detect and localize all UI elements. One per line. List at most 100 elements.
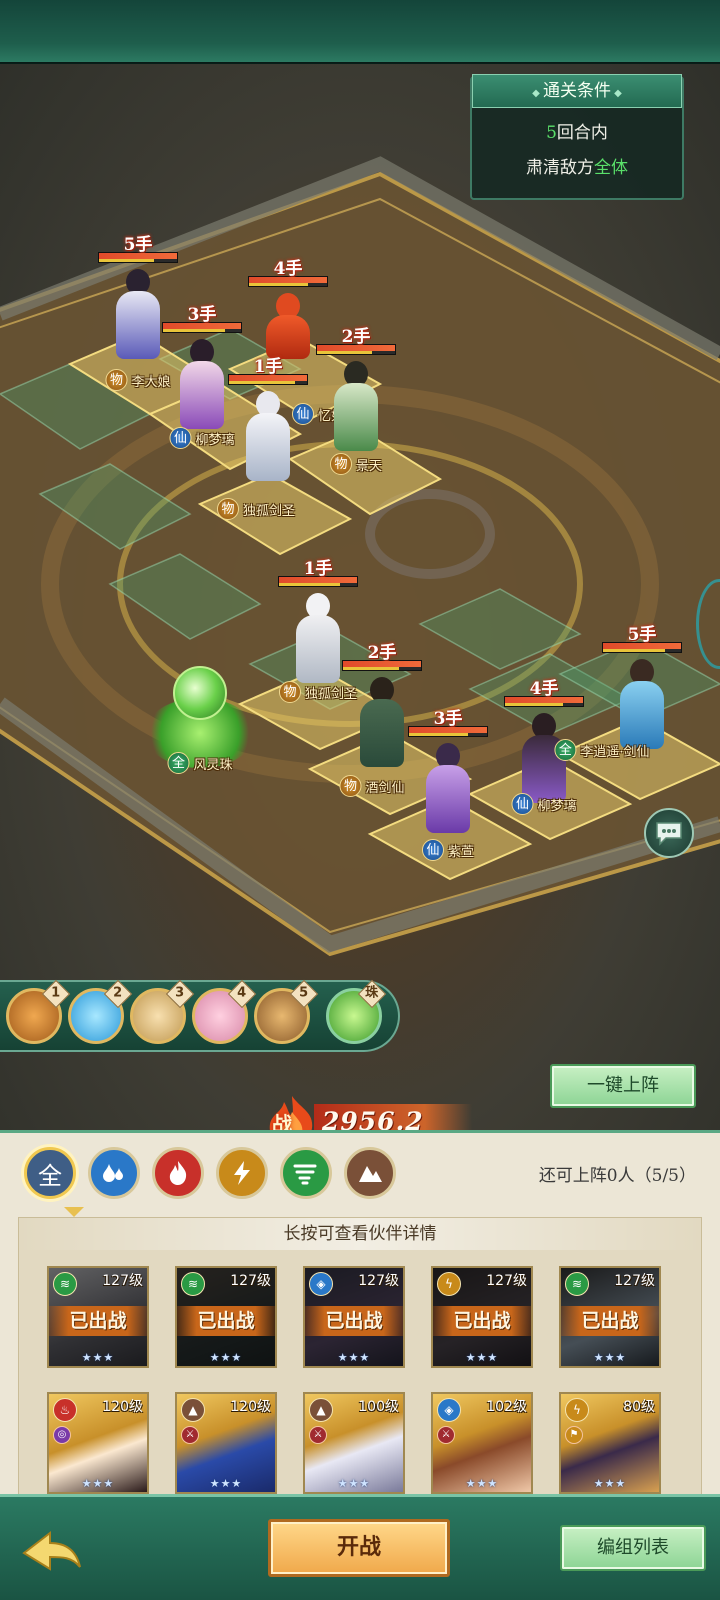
- unit-name: 紫萱: [447, 844, 475, 860]
- element-badge: ϟ: [565, 1398, 589, 1422]
- star-rating: ★★★: [465, 1351, 499, 1364]
- partner-card[interactable]: ▲ ⚔ 100级 ★★★: [303, 1392, 405, 1494]
- partner-card[interactable]: ≋ 127级 已出战 ★★★: [47, 1266, 149, 1368]
- chat-bubble-icon: [656, 822, 682, 846]
- back-button[interactable]: [20, 1527, 84, 1577]
- filter-water-button[interactable]: [88, 1147, 140, 1199]
- element-badge: ◈: [437, 1398, 461, 1422]
- partner-panel: 全 还可上阵0人（5/5） 长按可查看伙伴详情 ≋ 127级 已出战 ★★★ ≋…: [0, 1130, 720, 1495]
- type-badge: 仙: [511, 793, 534, 815]
- filter-thunder-button[interactable]: [216, 1147, 268, 1199]
- star-rating: ★★★: [465, 1477, 499, 1490]
- star-rating: ★★★: [209, 1351, 243, 1364]
- combat-power: 战 2956.2万: [262, 1094, 472, 1130]
- bottom-bar: 开战 编组列表: [0, 1494, 720, 1600]
- partner-card[interactable]: ϟ ⚑ 80级 ★★★: [559, 1392, 661, 1494]
- deployed-label: 已出战: [305, 1306, 403, 1336]
- clear-condition-rounds: 5回合内: [472, 118, 682, 143]
- partner-card[interactable]: ≋ 127级 已出战 ★★★: [559, 1266, 661, 1368]
- clear-condition-goal: 肃清敌方全体: [472, 153, 682, 178]
- rounds-text: 回合内: [556, 123, 608, 143]
- element-badge: ≋: [565, 1272, 589, 1296]
- partner-card[interactable]: ▲ ⚔ 120级 ★★★: [175, 1392, 277, 1494]
- unit-name: 景天: [355, 458, 383, 474]
- hp-bar: [316, 344, 396, 355]
- wind-icon: [293, 1164, 317, 1185]
- flame-icon: [269, 1096, 313, 1130]
- filter-wind-button[interactable]: [280, 1147, 332, 1199]
- selected-filter-caret: [64, 1207, 84, 1217]
- partner-card[interactable]: ◈ ⚔ 102级 ★★★: [431, 1392, 533, 1494]
- type-badge: 物: [216, 498, 239, 520]
- character-figure: 全李逍遥·剑仙: [554, 657, 672, 761]
- goal-prefix: 肃清敌方: [526, 158, 594, 178]
- unit-name: 柳梦璃: [537, 798, 577, 814]
- character-figure: 仙忆如: [238, 389, 344, 485]
- element-badge: ▲: [309, 1398, 333, 1422]
- partner-level: 100级: [358, 1399, 399, 1415]
- hp-bar: [98, 252, 178, 263]
- star-rating: ★★★: [81, 1477, 115, 1490]
- star-rating: ★★★: [593, 1351, 627, 1364]
- action-order-bar: 1 2 3 4 5 珠: [0, 979, 400, 1052]
- partner-card[interactable]: ≋ 127级 已出战 ★★★: [175, 1266, 277, 1368]
- star-rating: ★★★: [81, 1351, 115, 1364]
- group-list-button[interactable]: 编组列表: [560, 1525, 706, 1571]
- star-rating: ★★★: [337, 1351, 371, 1364]
- action-order: 1手: [303, 559, 333, 579]
- deployed-label: 已出战: [561, 1306, 659, 1336]
- partner-level: 127级: [358, 1273, 399, 1289]
- filter-fire-button[interactable]: [152, 1147, 204, 1199]
- action-order: 4手: [273, 259, 303, 279]
- long-press-hint: 长按可查看伙伴详情: [19, 1218, 701, 1250]
- type-badge: 全: [554, 739, 577, 761]
- action-order: 5手: [627, 625, 657, 645]
- type-badge: 物: [278, 681, 301, 703]
- partner-card[interactable]: ϟ 127级 已出战 ★★★: [431, 1266, 533, 1368]
- hp-bar: [342, 660, 422, 671]
- type-badge: 物: [329, 453, 352, 475]
- rounds-number: 5: [546, 123, 557, 143]
- type-badge: 仙: [169, 427, 192, 449]
- partner-level: 127级: [230, 1273, 271, 1289]
- wind-pearl-unit[interactable]: 全风灵珠: [140, 654, 260, 778]
- character-figure: 物景天: [326, 359, 386, 475]
- hp-bar: [278, 576, 358, 587]
- sub-element-badge: ⚔: [309, 1426, 327, 1444]
- hp-bar: [248, 276, 328, 287]
- action-order: 2手: [341, 327, 371, 347]
- start-battle-button[interactable]: 开战: [268, 1519, 450, 1577]
- sub-element-badge: ◎: [53, 1426, 71, 1444]
- element-badge: ◈: [309, 1272, 333, 1296]
- partner-level: 120级: [230, 1399, 271, 1415]
- goal-highlight: 全体: [594, 158, 628, 178]
- partner-roster: 长按可查看伙伴详情 ≋ 127级 已出战 ★★★ ≋ 127级 已出战 ★★★ …: [18, 1217, 702, 1495]
- ally-unit[interactable]: 5手 全李逍遥·剑仙: [554, 620, 702, 761]
- hp-bar: [408, 726, 488, 737]
- sub-element-badge: ⚑: [565, 1426, 583, 1444]
- partner-card[interactable]: ♨ ◎ 120级 ★★★: [47, 1392, 149, 1494]
- partner-level: 120级: [102, 1399, 143, 1415]
- chat-button[interactable]: [644, 808, 694, 858]
- hp-bar: [504, 696, 584, 707]
- partner-card[interactable]: ◈ 127级 已出战 ★★★: [303, 1266, 405, 1368]
- enemy-unit[interactable]: 2手 物景天: [296, 322, 416, 475]
- auto-deploy-button[interactable]: 一键上阵: [550, 1064, 696, 1108]
- element-badge: ≋: [181, 1272, 205, 1296]
- type-badge: 物: [339, 775, 362, 797]
- star-rating: ★★★: [593, 1477, 627, 1490]
- action-order: 2手: [367, 643, 397, 663]
- sub-element-badge: ⚔: [181, 1426, 199, 1444]
- unit-name: 李逍遥·剑仙: [580, 744, 650, 760]
- filter-all-button[interactable]: 全: [24, 1147, 76, 1199]
- unit-name: 独孤剑圣: [242, 503, 296, 519]
- hp-bar: [602, 642, 682, 653]
- back-arrow-icon: [22, 1530, 81, 1571]
- element-badge: ϟ: [437, 1272, 461, 1296]
- star-rating: ★★★: [337, 1477, 371, 1490]
- star-rating: ★★★: [209, 1477, 243, 1490]
- partner-level: 127级: [102, 1273, 143, 1289]
- partner-level: 127级: [486, 1273, 527, 1289]
- filter-earth-button[interactable]: [344, 1147, 396, 1199]
- sub-element-badge: ⚔: [437, 1426, 455, 1444]
